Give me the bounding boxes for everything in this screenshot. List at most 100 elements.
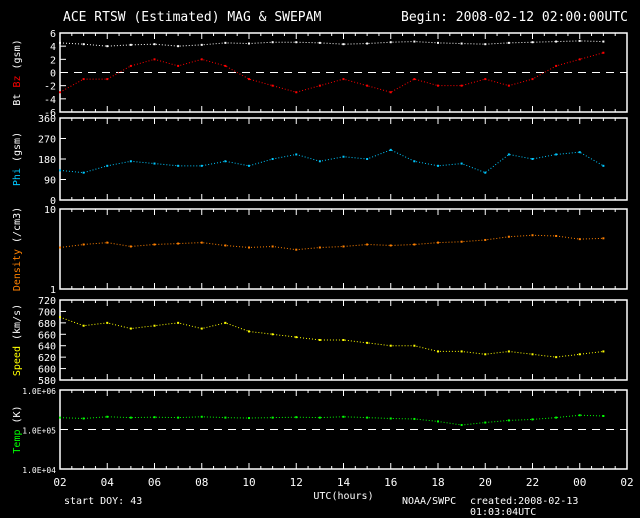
y-label-part: (gsm): [12, 39, 23, 75]
data-point: [602, 51, 605, 54]
data-point: [342, 43, 345, 46]
data-point: [129, 416, 132, 419]
data-point: [295, 416, 298, 419]
data-point: [224, 160, 227, 163]
data-point: [484, 171, 487, 174]
y-tick-label: 580: [38, 376, 56, 387]
panel-3: 720700680660640620600580 Speed (km/s): [12, 296, 628, 387]
data-point: [602, 414, 605, 417]
data-point: [366, 243, 369, 246]
y-label-part: Bz: [12, 76, 23, 94]
x-tick-label: 14: [337, 476, 351, 489]
panel-frame: [59, 117, 628, 201]
data-point: [460, 162, 463, 165]
data-point: [82, 171, 85, 174]
y-tick-label: 360: [38, 114, 56, 125]
data-point: [106, 78, 109, 81]
data-point: [531, 418, 534, 421]
data-point: [413, 344, 416, 347]
data-point: [484, 78, 487, 81]
y-axis-label: Density (/cm3): [12, 207, 23, 291]
data-point: [59, 416, 61, 419]
data-point: [200, 327, 203, 330]
data-point: [248, 330, 250, 333]
data-point: [271, 158, 274, 160]
y-tick-label: 660: [38, 330, 56, 341]
data-point: [460, 84, 463, 87]
y-label-part: Speed: [12, 346, 23, 376]
x-tick-label: 06: [148, 476, 161, 489]
data-point: [318, 339, 321, 341]
data-point: [507, 41, 510, 44]
y-tick-label: 6: [50, 29, 56, 40]
data-point: [153, 324, 156, 327]
source-label: NOAA/SWPC: [402, 496, 457, 507]
data-point: [413, 78, 416, 81]
data-point: [602, 40, 605, 43]
panel-2: 10 1 Density (/cm3): [12, 205, 628, 296]
data-point: [342, 415, 345, 418]
y-tick-label: 600: [38, 365, 56, 376]
y-tick-label: 1.0E+04: [22, 466, 56, 475]
data-point: [59, 316, 61, 319]
data-point: [248, 246, 250, 249]
data-point: [106, 241, 109, 244]
panel-frame: [59, 208, 628, 290]
data-point: [153, 43, 156, 46]
data-point: [437, 420, 439, 423]
data-point: [389, 344, 392, 347]
data-point: [153, 416, 156, 419]
data-point: [484, 353, 487, 356]
data-point: [224, 244, 227, 247]
data-point: [318, 416, 321, 419]
data-point: [531, 78, 534, 81]
data-point: [531, 158, 534, 160]
y-tick-label: 680: [38, 319, 56, 330]
data-point: [531, 41, 534, 44]
data-point: [106, 415, 109, 418]
data-point: [106, 321, 109, 324]
y-axis-label: Phi (gsm): [12, 132, 23, 186]
series-line: [59, 149, 604, 174]
data-point: [484, 238, 487, 241]
data-point: [507, 419, 510, 422]
data-point: [578, 58, 581, 61]
data-point: [555, 234, 558, 237]
data-point: [437, 84, 439, 87]
data-point: [342, 339, 345, 341]
data-point: [177, 416, 180, 419]
data-point: [555, 356, 558, 359]
series-line: [59, 316, 604, 358]
y-label-part: Bt: [12, 94, 23, 106]
data-point: [389, 244, 392, 247]
data-point: [318, 160, 321, 163]
data-point: [59, 91, 61, 94]
data-point: [460, 423, 463, 426]
data-point: [295, 91, 298, 94]
data-point: [82, 43, 85, 46]
data-point: [342, 78, 345, 81]
y-tick-label: -4: [44, 95, 56, 106]
data-point: [507, 350, 510, 353]
x-tick-label: 22: [526, 476, 539, 489]
data-point: [413, 243, 416, 246]
y-tick-label: 1.0E+05: [22, 427, 56, 436]
ace-plot: 6420-2-4-6Bt Bz (gsm)360270180900Phi (gs…: [12, 29, 634, 502]
data-point: [578, 238, 581, 241]
data-point: [271, 416, 274, 419]
data-point: [507, 235, 510, 238]
data-point: [177, 242, 180, 245]
data-point: [555, 40, 558, 43]
data-point: [389, 91, 392, 94]
x-tick-label: 20: [479, 476, 492, 489]
data-point: [602, 237, 605, 240]
data-point: [224, 321, 227, 324]
data-point: [413, 40, 416, 43]
data-point: [82, 417, 85, 420]
data-point: [129, 43, 132, 46]
data-point: [578, 414, 581, 417]
data-point: [177, 45, 180, 48]
data-point: [366, 416, 369, 419]
y-tick-label: 1.0E+06: [22, 387, 56, 396]
data-point: [200, 164, 203, 167]
